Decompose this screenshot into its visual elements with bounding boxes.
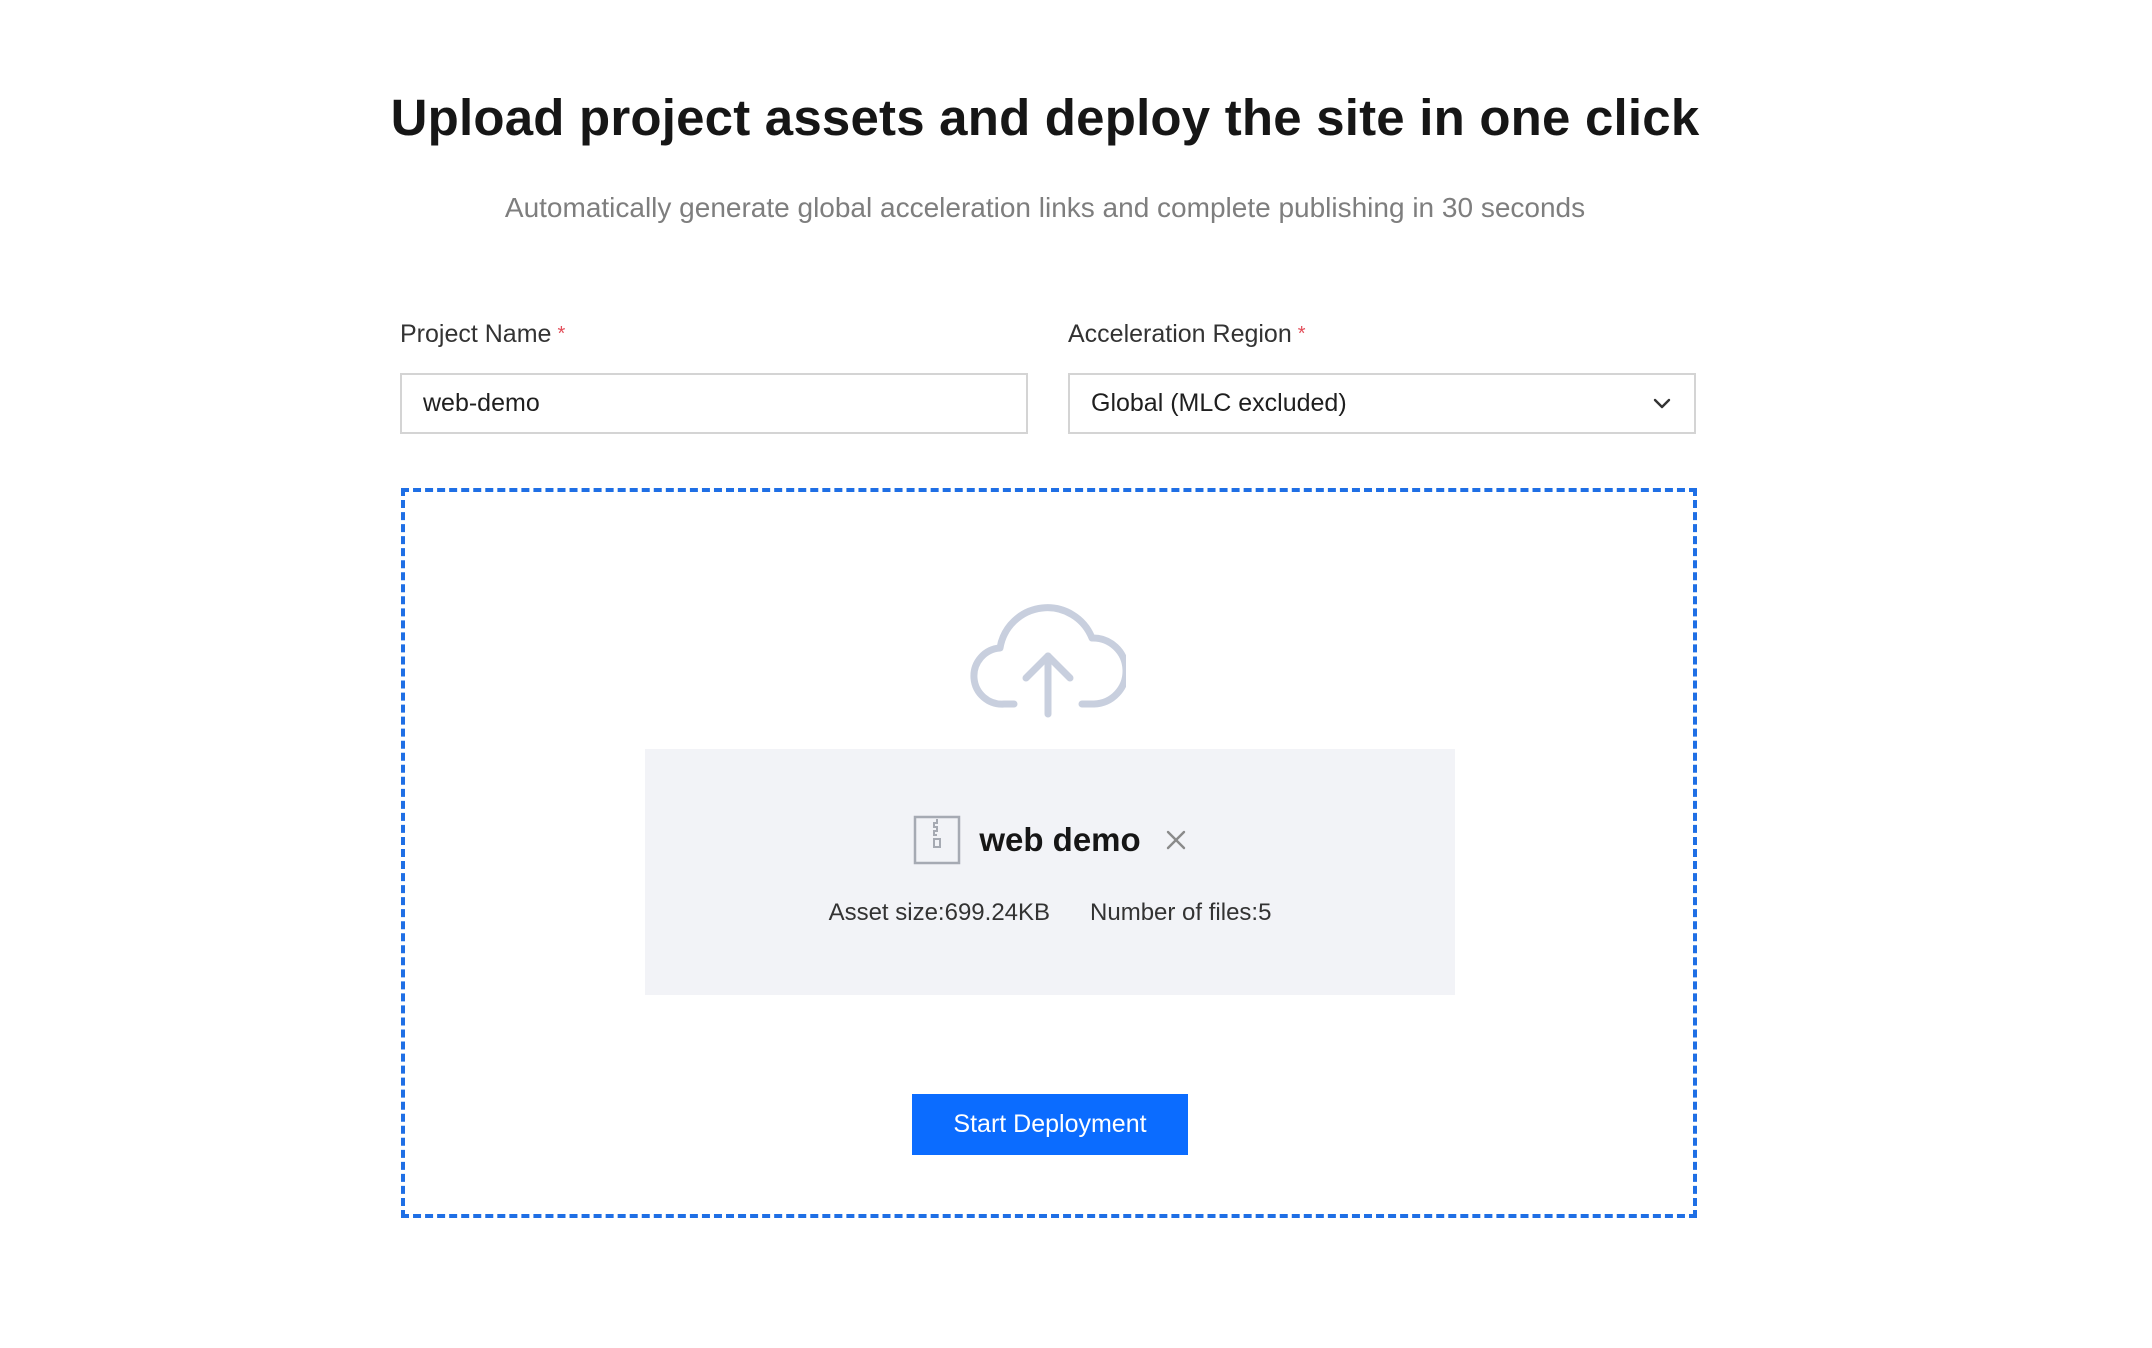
file-name: web demo xyxy=(979,821,1141,858)
project-name-label: Project Name * xyxy=(400,320,565,349)
region-label: Acceleration Region * xyxy=(1068,320,1306,349)
file-row: web demo xyxy=(645,815,1455,865)
required-mark: * xyxy=(1297,323,1306,345)
project-name-input[interactable] xyxy=(400,373,1028,434)
region-select-value: Global (MLC excluded) xyxy=(1091,389,1347,417)
chevron-down-icon xyxy=(1651,393,1673,415)
file-count: Number of files:5 xyxy=(1090,899,1272,926)
cloud-upload-icon xyxy=(970,604,1126,718)
page-title: Upload project assets and deploy the sit… xyxy=(390,89,1700,146)
asset-size: Asset size:699.24KB xyxy=(828,899,1051,926)
region-label-text: Acceleration Region xyxy=(1068,320,1292,348)
upload-dropzone[interactable]: web demo Asset size:699.24KB Number of fi… xyxy=(401,488,1697,1218)
file-meta: Asset size:699.24KB Number of files:5 xyxy=(645,899,1455,927)
page-subtitle: Automatically generate global accelerati… xyxy=(504,192,1586,223)
close-icon[interactable] xyxy=(1165,829,1187,851)
uploaded-file-card: web demo Asset size:699.24KB Number of fi… xyxy=(645,749,1455,995)
required-mark: * xyxy=(557,323,566,345)
region-select[interactable]: Global (MLC excluded) xyxy=(1068,373,1696,434)
zip-file-icon xyxy=(914,815,961,865)
project-name-label-text: Project Name xyxy=(400,320,552,348)
start-deployment-button[interactable]: Start Deployment xyxy=(912,1094,1188,1155)
